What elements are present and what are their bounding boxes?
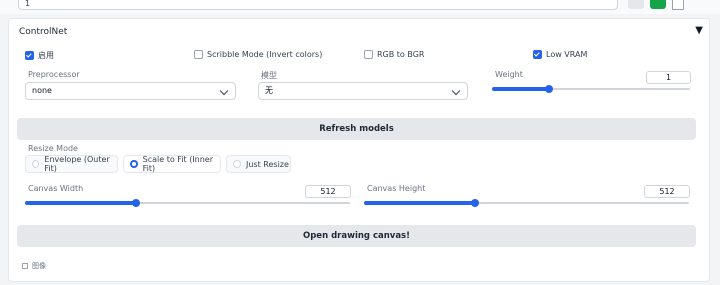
weight-label: Weight bbox=[495, 70, 523, 79]
weight-number-input[interactable]: 1 bbox=[646, 71, 691, 84]
checkbox-box[interactable] bbox=[25, 51, 34, 60]
slider-thumb[interactable] bbox=[545, 85, 554, 93]
checkbox-label: Scribble Mode (Invert colors) bbox=[207, 50, 323, 59]
radio-label: Scale to Fit (Inner Fit) bbox=[142, 155, 214, 173]
canvas-height-label: Canvas Height bbox=[367, 184, 426, 193]
enable-checkbox[interactable]: 启用 bbox=[25, 50, 54, 61]
resize-mode-label: Resize Mode bbox=[28, 144, 78, 153]
radio-label: Just Resize bbox=[246, 159, 289, 169]
slider-fill bbox=[25, 201, 136, 205]
radio-dot[interactable] bbox=[32, 160, 40, 168]
weight-slider[interactable] bbox=[492, 84, 690, 94]
chevron-down-icon bbox=[451, 86, 461, 96]
prompt-input[interactable]: 1 bbox=[18, 0, 618, 10]
model-select[interactable]: 无 bbox=[258, 82, 468, 100]
preprocessor-label: Preprocessor bbox=[28, 70, 80, 79]
canvas-height-slider[interactable] bbox=[364, 198, 689, 208]
checkbox-label: 启用 bbox=[38, 51, 54, 60]
controlnet-panel: ControlNet ▼ 启用 Scribble Mode (Invert co… bbox=[8, 18, 710, 282]
checkbox-box[interactable] bbox=[533, 50, 542, 59]
preprocessor-value: none bbox=[32, 86, 52, 95]
refresh-models-button[interactable]: Refresh models bbox=[17, 118, 696, 140]
low-vram-checkbox[interactable]: Low VRAM bbox=[533, 50, 587, 59]
rgb-to-bgr-checkbox[interactable]: RGB to BGR bbox=[364, 50, 424, 59]
resize-option-just-resize[interactable]: Just Resize bbox=[226, 155, 291, 173]
collapse-arrow-icon[interactable]: ▼ bbox=[695, 25, 703, 36]
radio-dot[interactable] bbox=[130, 160, 138, 168]
top-checkbox[interactable] bbox=[672, 0, 684, 10]
resize-option-scale-to-fit[interactable]: Scale to Fit (Inner Fit) bbox=[123, 155, 221, 173]
radio-dot[interactable] bbox=[233, 160, 241, 168]
settings-icon[interactable] bbox=[628, 0, 644, 9]
top-icons bbox=[628, 0, 684, 10]
top-bar: 1 bbox=[0, 0, 720, 14]
open-drawing-canvas-button[interactable]: Open drawing canvas! bbox=[17, 225, 696, 247]
canvas-width-number-input[interactable]: 512 bbox=[305, 185, 351, 198]
resize-option-envelope[interactable]: Envelope (Outer Fit) bbox=[25, 155, 118, 173]
image-section-toggle[interactable]: 图像 bbox=[22, 261, 46, 271]
model-label: 模型 bbox=[261, 71, 277, 80]
radio-label: Envelope (Outer Fit) bbox=[44, 155, 110, 173]
checkbox-label: RGB to BGR bbox=[377, 50, 425, 59]
model-value: 无 bbox=[265, 86, 273, 95]
checkbox-box[interactable] bbox=[194, 50, 203, 59]
image-icon bbox=[22, 263, 28, 269]
image-section-label: 图像 bbox=[32, 262, 46, 270]
slider-thumb[interactable] bbox=[131, 199, 140, 207]
paste-icon[interactable] bbox=[650, 0, 666, 9]
checkbox-box[interactable] bbox=[364, 50, 373, 59]
scribble-mode-checkbox[interactable]: Scribble Mode (Invert colors) bbox=[194, 50, 322, 59]
canvas-width-label: Canvas Width bbox=[28, 184, 84, 193]
canvas-width-slider[interactable] bbox=[25, 198, 350, 208]
checkbox-label: Low VRAM bbox=[546, 50, 588, 59]
canvas-height-number-input[interactable]: 512 bbox=[644, 185, 690, 198]
slider-fill bbox=[492, 87, 550, 91]
preprocessor-select[interactable]: none bbox=[25, 82, 236, 100]
chevron-down-icon bbox=[219, 86, 229, 96]
slider-fill bbox=[364, 201, 475, 205]
slider-thumb[interactable] bbox=[470, 199, 479, 207]
panel-title[interactable]: ControlNet bbox=[19, 27, 67, 37]
